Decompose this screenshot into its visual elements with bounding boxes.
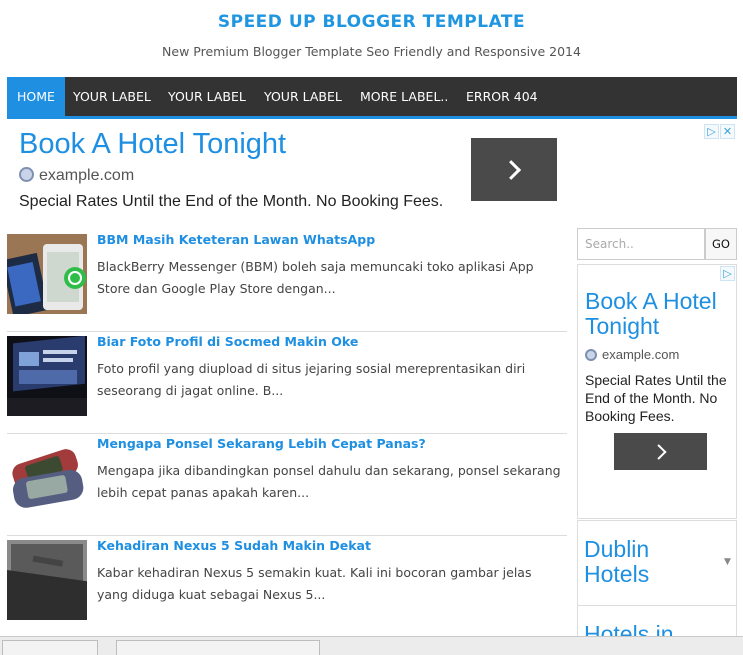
- main-navbar: HOME YOUR LABEL YOUR LABEL YOUR LABEL MO…: [7, 77, 737, 119]
- bottom-taskbar: [0, 636, 743, 655]
- nav-item-label-1[interactable]: YOUR LABEL: [63, 77, 161, 116]
- sidebar-ad-links: Dublin Hotels ▼ Hotels in: [577, 520, 737, 640]
- ad-description: Special Rates Until the End of the Month…: [585, 372, 727, 424]
- chevron-right-icon: [501, 159, 522, 180]
- ad-headline[interactable]: Book A Hotel Tonight: [585, 289, 725, 339]
- adchoices-icon[interactable]: ▷: [720, 266, 735, 281]
- chevron-down-icon[interactable]: ▼: [724, 557, 731, 567]
- ad-open-button[interactable]: [614, 433, 707, 470]
- post-title[interactable]: BBM Masih Keteteran Lawan WhatsApp: [97, 232, 375, 247]
- nav-item-label-3[interactable]: YOUR LABEL: [254, 77, 352, 116]
- taskbar-tab[interactable]: [2, 640, 98, 655]
- post-snippet: BlackBerry Messenger (BBM) boleh saja me…: [97, 259, 534, 296]
- site-title[interactable]: SPEED UP BLOGGER TEMPLATE: [0, 12, 743, 32]
- sidebar-ad[interactable]: ▷ Book A Hotel Tonight example.com Speci…: [577, 264, 737, 519]
- post-title[interactable]: Mengapa Ponsel Sekarang Lebih Cepat Pana…: [97, 436, 426, 451]
- nav-item-error-404[interactable]: ERROR 404: [456, 77, 548, 116]
- post-snippet: Mengapa jika dibandingkan ponsel dahulu …: [97, 463, 561, 500]
- ad-url-text: example.com: [602, 347, 680, 362]
- post-item: Kehadiran Nexus 5 Sudah Makin Dekat Kaba…: [7, 536, 567, 638]
- globe-icon: [19, 167, 34, 182]
- post-snippet: Kabar kehadiran Nexus 5 semakin kuat. Ka…: [97, 565, 532, 602]
- ad-url[interactable]: example.com: [585, 347, 679, 362]
- post-title[interactable]: Kehadiran Nexus 5 Sudah Makin Dekat: [97, 538, 371, 553]
- nav-item-home[interactable]: HOME: [7, 77, 65, 116]
- globe-icon: [585, 349, 597, 361]
- divider: [578, 605, 736, 606]
- post-thumbnail-socmed[interactable]: [7, 336, 87, 416]
- post-thumbnail-bbm[interactable]: [7, 234, 87, 314]
- post-item: BBM Masih Keteteran Lawan WhatsApp Black…: [7, 230, 567, 332]
- ad-url[interactable]: example.com: [19, 167, 134, 185]
- search-input[interactable]: [577, 228, 705, 260]
- post-item: Mengapa Ponsel Sekarang Lebih Cepat Pana…: [7, 434, 567, 536]
- ad-open-button[interactable]: [471, 138, 557, 201]
- blog-header: SPEED UP BLOGGER TEMPLATE New Premium Bl…: [0, 0, 743, 78]
- chevron-right-icon: [650, 443, 667, 460]
- adchoices-icon[interactable]: ▷: [704, 124, 719, 139]
- site-description: New Premium Blogger Template Seo Friendl…: [162, 44, 581, 59]
- post-snippet: Foto profil yang diupload di situs jejar…: [97, 361, 526, 398]
- ad-link-item[interactable]: Dublin Hotels: [584, 537, 714, 587]
- nav-item-label-2[interactable]: YOUR LABEL: [158, 77, 256, 116]
- ad-headline[interactable]: Book A Hotel Tonight: [19, 128, 286, 161]
- post-thumbnail-nexus[interactable]: [7, 540, 87, 620]
- post-title[interactable]: Biar Foto Profil di Socmed Makin Oke: [97, 334, 358, 349]
- ad-url-text: example.com: [39, 167, 135, 184]
- nav-item-more-labels[interactable]: MORE LABEL..: [350, 77, 458, 116]
- post-item: Biar Foto Profil di Socmed Makin Oke Fot…: [7, 332, 567, 434]
- search-go-button[interactable]: GO: [705, 228, 737, 260]
- ad-description: Special Rates Until the End of the Month…: [19, 193, 444, 210]
- post-thumbnail-ponsel[interactable]: [7, 438, 87, 518]
- top-banner-ad[interactable]: Book A Hotel Tonight example.com Special…: [7, 120, 737, 215]
- taskbar-tab[interactable]: [116, 640, 320, 655]
- close-icon[interactable]: ✕: [720, 124, 735, 139]
